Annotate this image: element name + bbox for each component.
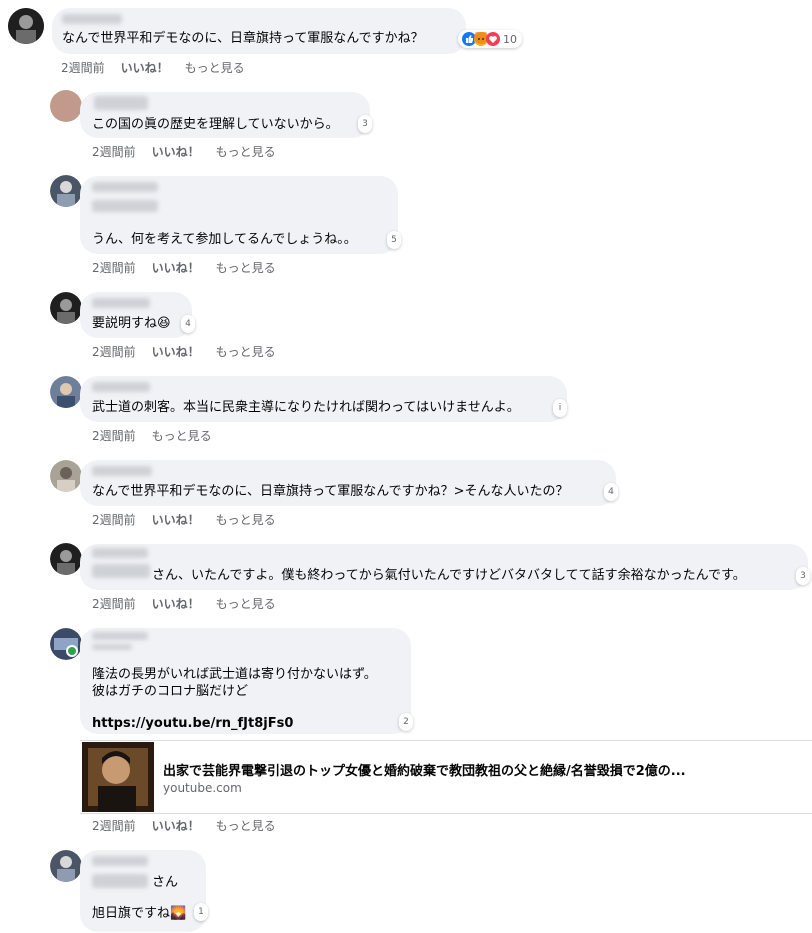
reaction-summary[interactable]: 10 <box>458 30 522 48</box>
comment-text: なんで世界平和デモなのに、日章旗持って軍服なんですかね？>そんな人いたの？ <box>92 484 569 499</box>
comment-text-line: 旭日旗ですね🌄 <box>92 906 187 921</box>
timestamp[interactable]: 2週間前 <box>92 261 136 275</box>
author-name-blurred <box>92 382 150 392</box>
comment-text: 要説明すね😆 <box>92 316 171 331</box>
comment-bubble: 要説明すね😆 <box>80 292 192 338</box>
reaction-summary[interactable]: 4 <box>604 483 618 501</box>
comment-text: さん、いたんですよ。僕も終わってから氣付いたんですけどバタバタしてて話す余裕なか… <box>152 568 746 583</box>
care-reaction-icon <box>486 32 500 46</box>
reaction-count: 4 <box>185 319 191 329</box>
comment-meta: 2週間前 いいね！ もっと見る <box>92 343 292 360</box>
reaction-summary[interactable]: 4 <box>181 315 195 333</box>
comment-bubble: この国の眞の歴史を理解していないから。 <box>80 92 370 138</box>
see-more-button[interactable]: もっと見る <box>152 429 212 443</box>
reaction-summary[interactable]: 3 <box>358 115 372 133</box>
see-more-button[interactable]: もっと見る <box>216 819 276 833</box>
comment-text-line: 隆法の長男がいれば武士道は寄り付かないはず。 <box>92 667 377 682</box>
reaction-count: 3 <box>800 571 806 581</box>
reaction-count: 3 <box>362 119 368 129</box>
comment-meta: 2週間前 いいね！ もっと見る <box>92 511 292 528</box>
see-more-button[interactable]: もっと見る <box>216 513 276 527</box>
like-button[interactable]: いいね！ <box>152 145 200 159</box>
comment-text-line: 彼はガチのコロナ脳だけど <box>92 684 249 699</box>
avatar[interactable] <box>8 8 44 44</box>
author-subtitle-blurred <box>92 644 132 650</box>
reaction-summary[interactable]: 2 <box>399 713 413 731</box>
like-button[interactable]: いいね！ <box>121 61 169 75</box>
link-preview-thumbnail <box>82 742 154 812</box>
comment-bubble: 隆法の長男がいれば武士道は寄り付かないはず。 彼はガチのコロナ脳だけど http… <box>80 628 411 734</box>
avatar[interactable] <box>50 376 82 408</box>
author-name-blurred <box>92 548 148 558</box>
reaction-count: 4 <box>608 487 614 497</box>
mention-blurred[interactable] <box>92 874 148 888</box>
comment-bubble: さん 旭日旗ですね🌄 <box>80 850 206 932</box>
see-more-button[interactable]: もっと見る <box>216 597 276 611</box>
avatar[interactable] <box>50 292 82 324</box>
avatar[interactable] <box>50 850 82 882</box>
timestamp[interactable]: 2週間前 <box>92 597 136 611</box>
online-status-dot <box>66 645 78 657</box>
timestamp[interactable]: 2週間前 <box>92 345 136 359</box>
shared-link[interactable]: https://youtu.be/rn_fJt8jFs0 <box>92 715 293 733</box>
timestamp[interactable]: 2週間前 <box>92 819 136 833</box>
like-button[interactable]: いいね！ <box>152 345 200 359</box>
see-more-button[interactable]: もっと見る <box>216 145 276 159</box>
see-more-button[interactable]: もっと見る <box>216 345 276 359</box>
comment-bubble: うん、何を考えて参加してるんでしょうね。。 <box>80 176 398 254</box>
author-name-blurred <box>92 298 150 308</box>
comment-meta: 2週間前 いいね！ もっと見る <box>92 595 292 612</box>
avatar[interactable] <box>50 175 82 207</box>
avatar[interactable] <box>50 628 82 660</box>
author-name-blurred <box>92 200 158 212</box>
comment-meta: 2週間前 いいね！ もっと見る <box>61 59 261 76</box>
comment-bubble: 武士道の刺客。本当に民衆主導になりたければ関わってはいけませんよ。 <box>80 376 567 422</box>
comment-text: うん、何を考えて参加してるんでしょうね。。 <box>92 232 357 247</box>
comment-bubble: なんで世界平和デモなのに、日章旗持って軍服なんですかね？ <box>52 8 466 54</box>
reaction-count: i <box>558 403 562 413</box>
like-button[interactable]: いいね！ <box>152 513 200 527</box>
timestamp[interactable]: 2週間前 <box>92 513 136 527</box>
reaction-count: 5 <box>391 235 397 245</box>
comment-text: この国の眞の歴史を理解していないから。 <box>92 117 339 132</box>
avatar[interactable] <box>50 460 82 492</box>
author-name-blurred <box>92 466 152 476</box>
author-name-blurred <box>92 182 158 192</box>
comment-text: 武士道の刺客。本当に民衆主導になりたければ関わってはいけませんよ。 <box>92 400 520 415</box>
comment-bubble: なんで世界平和デモなのに、日章旗持って軍服なんですかね？>そんな人いたの？ <box>80 460 616 506</box>
author-name-blurred <box>94 96 148 110</box>
comment-meta: 2週間前 いいね！ もっと見る <box>92 143 292 160</box>
avatar[interactable] <box>50 90 82 122</box>
timestamp[interactable]: 2週間前 <box>92 429 136 443</box>
timestamp[interactable]: 2週間前 <box>61 61 105 75</box>
reaction-count: 10 <box>503 32 517 46</box>
like-button[interactable]: いいね！ <box>152 819 200 833</box>
author-name-blurred <box>92 632 148 640</box>
comment-meta: 2週間前 いいね！ もっと見る <box>92 817 292 834</box>
avatar[interactable] <box>50 543 82 575</box>
comment-meta: 2週間前 いいね！ もっと見る <box>92 259 292 276</box>
timestamp[interactable]: 2週間前 <box>92 145 136 159</box>
reaction-summary[interactable]: 3 <box>796 567 810 585</box>
comment-text-line: さん <box>152 875 179 890</box>
link-preview-title[interactable]: 出家で芸能界電撃引退のトップ女優と婚約破棄で教団教祖の父と絶縁/名誉毀損で2億の… <box>163 760 686 779</box>
reaction-count: 2 <box>403 717 409 727</box>
reaction-count: 1 <box>198 907 204 917</box>
like-button[interactable]: いいね！ <box>152 597 200 611</box>
author-name-blurred <box>92 856 148 866</box>
mention-blurred[interactable] <box>92 564 150 578</box>
link-preview-card[interactable]: 出家で芸能界電撃引退のトップ女優と婚約破棄で教団教祖の父と絶縁/名誉毀損で2億の… <box>80 740 812 814</box>
comment-text: なんで世界平和デモなのに、日章旗持って軍服なんですかね？ <box>62 31 424 46</box>
reaction-summary[interactable]: 1 <box>194 903 208 921</box>
link-preview-domain: youtube.com <box>163 781 242 795</box>
comment-bubble: さん、いたんですよ。僕も終わってから氣付いたんですけどバタバタしてて話す余裕なか… <box>80 544 808 590</box>
see-more-button[interactable]: もっと見る <box>216 261 276 275</box>
like-button[interactable]: いいね！ <box>152 261 200 275</box>
reaction-summary[interactable]: 5 <box>387 231 401 249</box>
reaction-summary[interactable]: i <box>553 399 567 417</box>
author-name-blurred <box>62 14 122 24</box>
comment-meta: 2週間前 もっと見る <box>92 427 228 444</box>
see-more-button[interactable]: もっと見る <box>185 61 245 75</box>
